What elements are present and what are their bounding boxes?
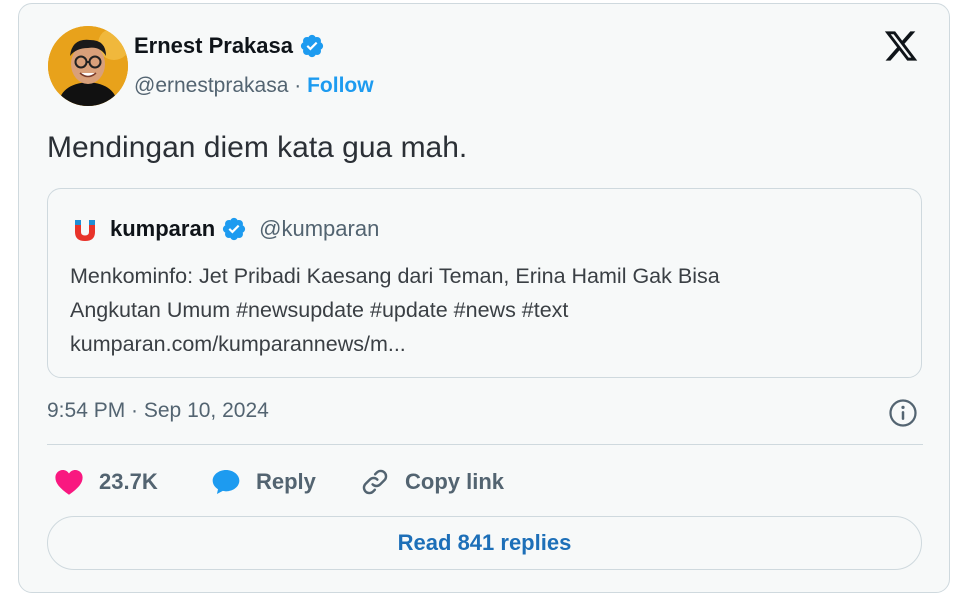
tweet-text: Mendingan diem kata gua mah.: [47, 131, 468, 164]
heart-icon: [55, 470, 83, 495]
link-icon: [362, 469, 388, 495]
quote-author-name: kumparan: [110, 216, 216, 241]
author-name-row[interactable]: Ernest Prakasa: [134, 33, 325, 59]
read-replies-button[interactable]: Read 841 replies: [47, 516, 922, 570]
follow-button[interactable]: Follow: [307, 74, 374, 97]
x-logo-icon[interactable]: [882, 28, 920, 64]
quote-link[interactable]: kumparan.com/kumparannews/m...: [70, 327, 910, 361]
quote-line: Menkominfo: Jet Pribadi Kaesang dari Tem…: [70, 264, 720, 288]
verified-badge-icon: [223, 217, 246, 241]
avatar[interactable]: [48, 26, 128, 106]
verified-badge-icon: [300, 34, 324, 58]
info-icon[interactable]: [888, 398, 918, 428]
quote-author-handle: @kumparan: [259, 216, 380, 241]
copy-link-button[interactable]: Copy link: [359, 462, 504, 502]
author-handle-row: @ernestprakasa · Follow: [134, 74, 374, 98]
quote-line: Angkutan Umum #newsupdate #update #news …: [70, 298, 569, 322]
reply-label: Reply: [256, 469, 316, 494]
tweet-timestamp[interactable]: 9:54 PM · Sep 10, 2024: [47, 399, 269, 423]
avatar-photo: [48, 26, 128, 106]
author-handle[interactable]: @ernestprakasa: [134, 74, 288, 97]
quote-text: Menkominfo: Jet Pribadi Kaesang dari Tem…: [70, 259, 910, 361]
reply-button[interactable]: Reply: [210, 462, 316, 502]
copy-link-label: Copy link: [405, 469, 505, 494]
quote-author-row: kumparan @kumparan: [110, 216, 379, 242]
handle-separator: ·: [294, 74, 302, 97]
tweet-card: Ernest Prakasa @ernestprakasa · Follow M…: [18, 3, 950, 593]
kumparan-logo-icon: [75, 220, 95, 241]
like-count: 23.7K: [99, 469, 158, 494]
read-replies-label: Read 841 replies: [397, 530, 572, 555]
like-button[interactable]: 23.7K: [53, 462, 158, 502]
author-name[interactable]: Ernest Prakasa: [134, 33, 293, 59]
divider: [47, 444, 923, 445]
quoted-tweet[interactable]: kumparan @kumparan Menkominfo: Jet Priba…: [47, 188, 922, 378]
reply-bubble-icon: [212, 470, 240, 494]
